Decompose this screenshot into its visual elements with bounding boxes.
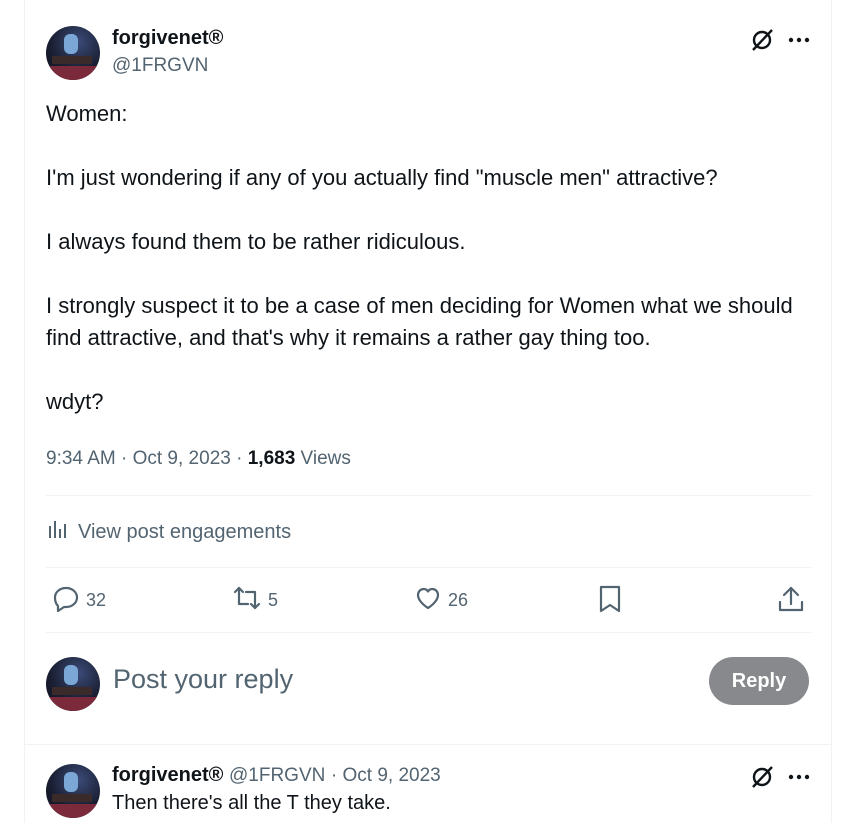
share-icon [776,584,806,619]
post-paragraph: wdyt? [46,389,104,414]
reply-author-name: forgivenet® @1FRGVN · Oct 9, 2023 [112,764,441,787]
reply-button[interactable]: Reply [709,657,809,705]
views-label: Views [295,448,351,469]
like-action[interactable]: 26 [414,584,468,617]
bookmark-action[interactable] [597,584,623,619]
post-timestamp[interactable]: 9:34 AM · Oct 9, 2023 · [46,448,248,469]
reply-action[interactable]: 32 [52,584,106,617]
author-avatar[interactable] [46,26,100,80]
reply-author-name-text[interactable]: forgivenet® [112,764,223,786]
post-paragraph: Women: [46,101,128,126]
post-paragraph: I always found them to be rather ridicul… [46,229,466,254]
reply-text: Then there's all the T they take. [112,792,391,814]
more-options-icon[interactable] [786,28,812,52]
post-paragraph: I'm just wondering if any of you actuall… [46,165,718,190]
divider [25,744,831,745]
reply-input[interactable]: Post your reply [113,664,293,695]
reply-author-avatar[interactable] [46,764,100,818]
view-engagements-link[interactable]: View post engagements [46,518,291,546]
divider [46,632,811,633]
post-paragraph: I strongly suspect it to be a case of me… [46,293,793,350]
divider [46,495,811,496]
repost-action[interactable]: 5 [232,584,278,617]
repost-icon [232,584,262,617]
engagements-label: View post engagements [78,520,292,543]
author-name[interactable]: forgivenet® [112,27,223,50]
post-body: Women: I'm just wondering if any of you … [46,98,806,418]
like-count: 26 [448,590,469,610]
divider [46,567,811,568]
analytics-icon [46,518,68,546]
bookmark-icon [597,584,623,619]
reply-icon [52,584,80,617]
reply-author-handle[interactable]: @1FRGVN [229,765,325,786]
reply-count: 32 [86,590,107,610]
repost-count: 5 [268,590,279,610]
reply-date[interactable]: · Oct 9, 2023 [331,765,441,786]
views-count: 1,683 [247,448,296,469]
user-avatar[interactable] [46,657,100,711]
more-options-icon[interactable] [786,765,812,789]
grok-icon[interactable] [748,763,776,791]
author-handle[interactable]: @1FRGVN [112,55,208,77]
post-meta: 9:34 AM · Oct 9, 2023 · 1,683 Views [46,448,351,470]
grok-icon[interactable] [748,26,776,54]
heart-icon [414,584,442,617]
share-action[interactable] [776,584,806,619]
